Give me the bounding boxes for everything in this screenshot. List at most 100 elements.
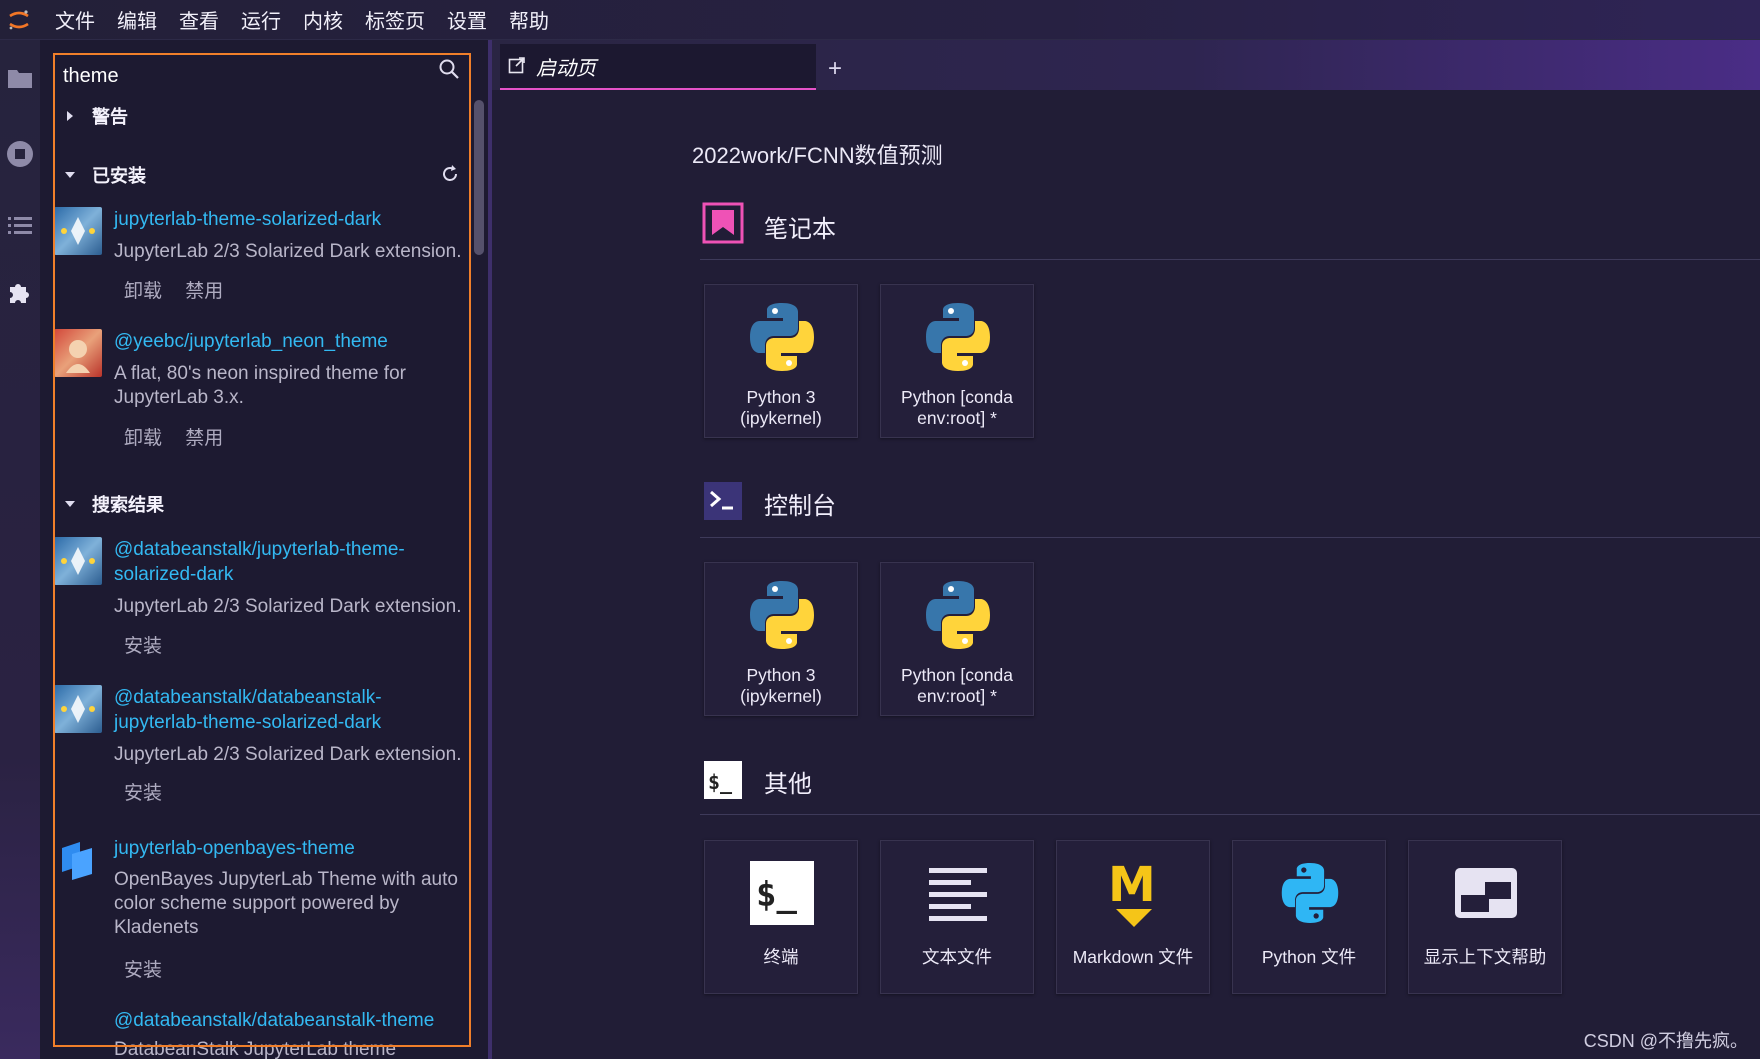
search-result-item: @databeanstalk/databeanstalk-theme Datab… — [54, 1008, 466, 1059]
search-result-item: jupyterlab-openbayes-theme OpenBayes Jup… — [54, 836, 466, 986]
section-search-results[interactable]: 搜索结果 — [60, 490, 164, 518]
section-installed[interactable]: 已安装 — [60, 161, 146, 189]
install-button[interactable]: 安装 — [124, 636, 162, 657]
python-logo-icon — [746, 299, 818, 375]
folder-icon[interactable] — [6, 64, 34, 92]
search-result-item: @databeanstalk/databeanstalk-jupyterlab-… — [54, 685, 466, 805]
menu-run[interactable]: 运行 — [241, 5, 281, 34]
extension-search-input[interactable] — [56, 56, 468, 96]
card-label: 显示上下文帮助 — [1423, 947, 1547, 967]
uninstall-button[interactable]: 卸载 — [124, 281, 162, 302]
section-installed-label: 已安装 — [92, 166, 146, 186]
menu-bar: 文件 编辑 查看 运行 内核 标签页 设置 帮助 — [0, 0, 1760, 40]
extension-description: OpenBayes JupyterLab Theme with auto col… — [114, 869, 458, 938]
notebook-section-title: 笔记本 — [764, 216, 836, 243]
card-label: 终端 — [763, 947, 799, 967]
markdown-file-card[interactable]: M Markdown 文件 — [1056, 840, 1210, 994]
jupyter-logo-icon — [0, 0, 38, 40]
extension-name-link[interactable]: @databeanstalk/databeanstalk-theme — [114, 1008, 466, 1033]
install-button[interactable]: 安装 — [124, 783, 162, 804]
svg-text:M: M — [1108, 857, 1156, 913]
extension-description: A flat, 80's neon inspired theme for Jup… — [114, 363, 406, 408]
menu-edit[interactable]: 编辑 — [117, 5, 157, 34]
notebook-icon — [702, 202, 744, 244]
csdn-watermark: CSDN @不撸先疯。 — [1583, 1031, 1748, 1051]
terminal-small-icon: $_ — [702, 759, 744, 801]
install-button[interactable]: 安装 — [124, 960, 162, 981]
notebook-python3-card[interactable]: Python 3 (ipykernel) — [704, 284, 858, 438]
section-divider — [700, 537, 1760, 538]
extension-description: JupyterLab 2/3 Solarized Dark extension. — [114, 596, 462, 617]
card-label: Python 文件 — [1261, 947, 1357, 967]
caret-right-icon — [60, 106, 80, 126]
tab-launcher[interactable]: 启动页 — [500, 44, 816, 90]
card-label: Python [conda env:root] * — [901, 665, 1013, 706]
extension-search-box — [56, 56, 468, 96]
other-section-title: 其他 — [764, 771, 812, 798]
launcher-path: 2022work/FCNN数值预测 — [692, 143, 943, 168]
disable-button[interactable]: 禁用 — [185, 281, 223, 302]
activity-bar — [0, 40, 40, 1059]
section-warnings-label: 警告 — [92, 107, 128, 127]
section-divider — [700, 259, 1760, 260]
python-logo-icon — [922, 299, 994, 375]
notebook-conda-root-card[interactable]: Python [conda env:root] * — [880, 284, 1034, 438]
card-label: Markdown 文件 — [1072, 947, 1194, 967]
new-tab-button[interactable]: + — [822, 55, 848, 82]
extension-description: JupyterLab 2/3 Solarized Dark extension. — [114, 744, 462, 765]
extension-name-link[interactable]: jupyterlab-theme-solarized-dark — [114, 207, 466, 232]
caret-down-icon — [60, 165, 80, 185]
uninstall-button[interactable]: 卸载 — [124, 428, 162, 449]
console-python3-card[interactable]: Python 3 (ipykernel) — [704, 562, 858, 716]
text-file-icon — [922, 855, 994, 931]
search-result-item: @databeanstalk/jupyterlab-theme-solarize… — [54, 537, 466, 657]
panel-scrollbar[interactable] — [474, 100, 484, 255]
extension-puzzle-icon[interactable] — [6, 278, 34, 306]
neon-theme-thumbnail-icon — [54, 329, 102, 377]
python-file-icon — [1274, 855, 1346, 931]
menu-settings[interactable]: 设置 — [447, 5, 487, 34]
launch-icon — [508, 56, 528, 76]
card-label: 文本文件 — [922, 947, 992, 967]
disable-button[interactable]: 禁用 — [185, 428, 223, 449]
tab-label: 启动页 — [536, 57, 596, 80]
running-stop-icon[interactable] — [6, 140, 34, 168]
svg-text:$_: $_ — [756, 875, 797, 915]
menu-help[interactable]: 帮助 — [509, 5, 549, 34]
python-logo-icon — [746, 577, 818, 653]
solarized-thumbnail-icon — [54, 685, 102, 733]
installed-extension-item: @yeebc/jupyterlab_neon_theme A flat, 80'… — [54, 329, 466, 449]
menu-file[interactable]: 文件 — [55, 5, 95, 34]
menu-view[interactable]: 查看 — [179, 5, 219, 34]
context-help-card[interactable]: 显示上下文帮助 — [1408, 840, 1562, 994]
caret-down-icon — [60, 494, 80, 514]
context-help-icon — [1450, 855, 1522, 931]
extension-name-link[interactable]: @yeebc/jupyterlab_neon_theme — [114, 329, 466, 354]
python-logo-icon — [922, 577, 994, 653]
extension-name-link[interactable]: jupyterlab-openbayes-theme — [114, 836, 466, 861]
installed-extension-item: jupyterlab-theme-solarized-dark JupyterL… — [54, 207, 466, 307]
text-file-card[interactable]: 文本文件 — [880, 840, 1034, 994]
svg-text:$_: $_ — [708, 770, 733, 794]
card-label: Python [conda env:root] * — [901, 387, 1013, 428]
solarized-thumbnail-icon — [54, 207, 102, 255]
solarized-thumbnail-icon — [54, 537, 102, 585]
markdown-icon: M — [1098, 855, 1170, 931]
console-conda-root-card[interactable]: Python [conda env:root] * — [880, 562, 1034, 716]
console-icon — [702, 480, 744, 522]
console-section-title: 控制台 — [764, 493, 836, 520]
extension-name-link[interactable]: @databeanstalk/jupyterlab-theme-solarize… — [114, 537, 466, 587]
table-of-contents-icon[interactable] — [6, 212, 34, 240]
refresh-icon[interactable] — [440, 164, 462, 186]
search-icon[interactable] — [438, 58, 464, 84]
menu-tabs[interactable]: 标签页 — [365, 5, 425, 34]
section-search-results-label: 搜索结果 — [92, 495, 164, 515]
python-file-card[interactable]: Python 文件 — [1232, 840, 1386, 994]
card-label: Python 3 (ipykernel) — [740, 665, 822, 706]
section-warnings[interactable]: 警告 — [60, 102, 128, 130]
openbayes-logo-icon — [54, 836, 102, 884]
extension-name-link[interactable]: @databeanstalk/databeanstalk-jupyterlab-… — [114, 685, 466, 735]
menu-kernel[interactable]: 内核 — [303, 5, 343, 34]
terminal-card[interactable]: $_ 终端 — [704, 840, 858, 994]
extension-description: DatabeanStalk JupyterLab theme — [114, 1039, 397, 1059]
